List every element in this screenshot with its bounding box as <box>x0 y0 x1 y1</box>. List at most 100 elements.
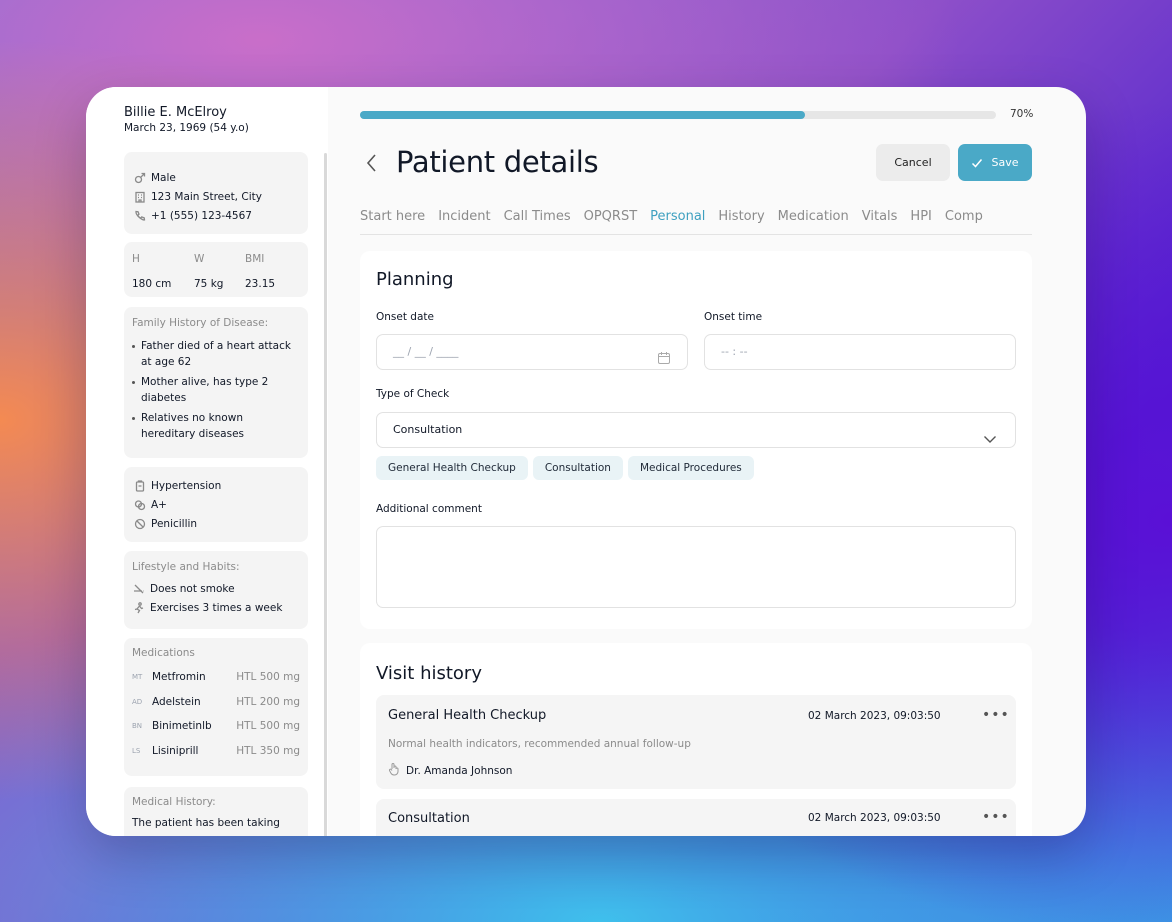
bmi-value: 23.15 <box>245 278 276 290</box>
lifestyle-label: Lifestyle and Habits: <box>132 561 240 573</box>
calendar-icon[interactable] <box>657 345 671 379</box>
family-history-item: Father died of a heart attack at age 62 <box>132 338 300 370</box>
building-icon <box>133 190 147 204</box>
smoke-row: Does not smoke <box>132 579 308 598</box>
sex-row: Male <box>133 168 308 187</box>
family-history-item: Relatives no known hereditary diseases <box>132 410 300 442</box>
visit-history-panel: Visit history General Health Checkup 02 … <box>360 643 1032 836</box>
tab-bar: Start here Incident Call Times OPQRST Person… <box>360 205 1032 235</box>
sex-value: Male <box>151 171 176 184</box>
page-title: Patient details <box>396 145 599 179</box>
height-label: H <box>132 253 140 265</box>
chip-consultation[interactable]: Consultation <box>532 456 623 480</box>
onset-time-label: Onset time <box>704 311 763 323</box>
save-label: Save <box>991 156 1019 169</box>
medical-history-text: The patient has been taking <box>132 817 280 829</box>
medication-row: AD Adelstein HTL 200 mg <box>132 695 300 708</box>
exercise-value: Exercises 3 times a week <box>150 601 283 614</box>
medication-row: MT Metfromin HTL 500 mg <box>132 671 300 684</box>
chevron-down-icon <box>983 424 997 458</box>
family-history-card: Family History of Disease: Father died o… <box>124 307 308 458</box>
tab-start-here[interactable]: Start here <box>360 207 425 234</box>
tab-personal[interactable]: Personal <box>650 207 705 234</box>
cancel-button[interactable]: Cancel <box>876 144 950 181</box>
comment-label: Additional comment <box>376 503 482 515</box>
comment-textarea[interactable] <box>376 526 1016 608</box>
onset-date-input[interactable]: __ / __ / ____ <box>376 334 688 370</box>
progress-bar <box>360 111 996 119</box>
weight-label: W <box>194 253 205 265</box>
phone-value: +1 (555) 123-4567 <box>151 209 252 222</box>
exercise-row: Exercises 3 times a week <box>132 598 308 617</box>
family-history-item: Mother alive, has type 2 diabetes <box>132 374 300 406</box>
condition-row: Hypertension <box>133 476 308 495</box>
allergy-value: Penicillin <box>151 517 198 530</box>
visit-date: 02 March 2023, 09:03:50 <box>808 710 941 722</box>
check-type-value: Consultation <box>393 423 463 436</box>
planning-title: Planning <box>376 269 454 290</box>
tab-hpi[interactable]: HPI <box>910 207 931 234</box>
visit-item[interactable]: General Health Checkup 02 March 2023, 09… <box>376 695 1016 789</box>
weight-value: 75 kg <box>194 278 224 290</box>
check-type-select[interactable]: Consultation <box>376 412 1016 448</box>
chip-medical-procedures[interactable]: Medical Procedures <box>627 456 754 480</box>
height-value: 180 cm <box>132 278 172 290</box>
blood-cells-icon <box>133 498 147 512</box>
condition-value: Hypertension <box>151 479 222 492</box>
back-chevron-icon[interactable] <box>362 151 382 175</box>
clipboard-icon <box>133 479 147 493</box>
tab-opqrst[interactable]: OPQRST <box>584 207 638 234</box>
medical-history-card: Medical History: The patient has been ta… <box>124 787 308 836</box>
check-icon <box>972 158 983 168</box>
smoke-value: Does not smoke <box>150 582 235 595</box>
tab-incident[interactable]: Incident <box>438 207 490 234</box>
sidebar-scrollbar[interactable] <box>324 153 327 836</box>
patient-dob: March 23, 1969 (54 y.o) <box>124 122 249 134</box>
medication-row: LS Lisiniprill HTL 350 mg <box>132 744 300 757</box>
bmi-label: BMI <box>245 253 265 265</box>
onset-time-input[interactable]: -- : -- <box>704 334 1016 370</box>
tab-comp[interactable]: Comp <box>945 207 983 234</box>
visit-title: Consultation <box>388 811 470 826</box>
progress-fill <box>360 111 806 119</box>
running-icon <box>132 601 146 615</box>
medications-card: Medications MT Metfromin HTL 500 mg AD Adel… <box>124 638 308 776</box>
planning-panel: Planning Onset date __ / __ / ____ Onset… <box>360 251 1032 629</box>
more-options-icon[interactable]: ••• <box>982 707 1010 723</box>
visit-item[interactable]: Consultation 02 March 2023, 09:03:50 ••• <box>376 799 1016 836</box>
no-smoking-icon <box>132 582 146 596</box>
onset-time-placeholder: -- : -- <box>721 345 748 358</box>
visit-date: 02 March 2023, 09:03:50 <box>808 812 941 824</box>
metrics-card: H W BMI 180 cm 75 kg 23.15 <box>124 242 308 297</box>
tab-vitals[interactable]: Vitals <box>862 207 898 234</box>
medication-row: BN Binimetinlb HTL 500 mg <box>132 720 300 733</box>
visit-title: General Health Checkup <box>388 708 547 723</box>
tab-call-times[interactable]: Call Times <box>504 207 571 234</box>
patient-name: Billie E. McElroy <box>124 105 227 120</box>
chip-general-health-checkup[interactable]: General Health Checkup <box>376 456 528 480</box>
conditions-card: Hypertension A+ Penicillin <box>124 467 308 542</box>
hand-icon <box>388 762 400 779</box>
progress-label: 70% <box>1010 108 1034 120</box>
onset-date-placeholder: __ / __ / ____ <box>393 345 459 358</box>
doctor-name: Dr. Amanda Johnson <box>406 764 513 777</box>
lifestyle-card: Lifestyle and Habits: Does not smoke Exe… <box>124 551 308 629</box>
check-type-label: Type of Check <box>376 388 450 400</box>
blood-type-value: A+ <box>151 498 167 511</box>
contact-card: Male 123 Main Street, City +1 (555) 123-… <box>124 152 308 234</box>
save-button[interactable]: Save <box>958 144 1032 181</box>
allergy-row: Penicillin <box>133 514 308 533</box>
more-options-icon[interactable]: ••• <box>982 809 1010 825</box>
medications-label: Medications <box>132 647 195 659</box>
pill-icon <box>133 517 147 531</box>
visit-doctor: Dr. Amanda Johnson <box>388 762 512 779</box>
tab-medication[interactable]: Medication <box>778 207 849 234</box>
address-row: 123 Main Street, City <box>133 187 308 206</box>
check-type-chips: General Health Checkup Consultation Medica… <box>376 456 759 480</box>
app-window: Billie E. McElroy March 23, 1969 (54 y.o… <box>86 87 1086 836</box>
patient-sidebar: Billie E. McElroy March 23, 1969 (54 y.o… <box>86 87 328 836</box>
onset-date-label: Onset date <box>376 311 434 323</box>
phone-icon <box>133 209 147 223</box>
address-value: 123 Main Street, City <box>151 190 262 203</box>
tab-history[interactable]: History <box>718 207 764 234</box>
